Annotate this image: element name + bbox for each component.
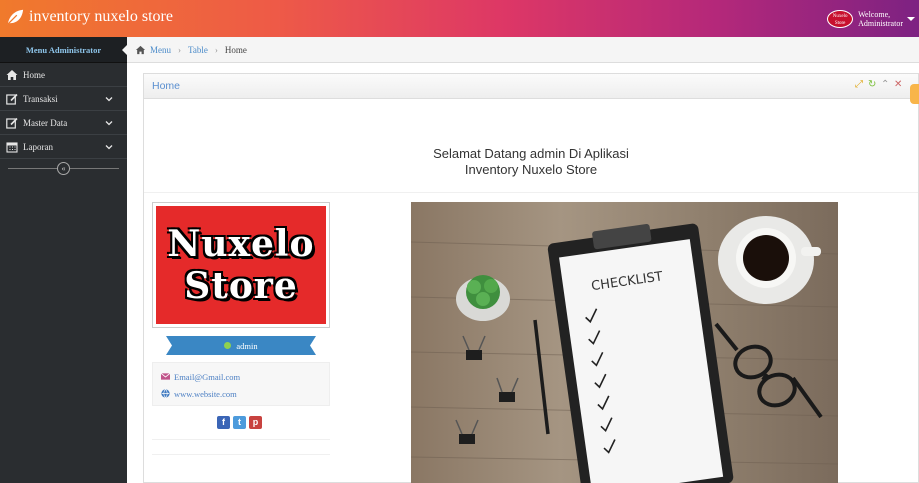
home-icon xyxy=(135,45,146,54)
sidebar: Menu Administrator Home Transaksi Master… xyxy=(0,37,127,483)
breadcrumb: Menu › Table › Home xyxy=(122,37,919,63)
logo-word-2: Store xyxy=(184,265,298,307)
envelope-icon xyxy=(161,373,170,380)
sidebar-item-laporan[interactable]: Laporan xyxy=(0,135,127,159)
breadcrumb-menu[interactable]: Menu xyxy=(150,45,171,55)
social-links: f t p xyxy=(217,416,262,429)
avatar-text-line2: Store xyxy=(834,20,846,26)
settings-tab-icon[interactable] xyxy=(910,84,919,104)
sidebar-item-label: Laporan xyxy=(23,141,53,152)
online-status-icon xyxy=(224,342,232,349)
divider xyxy=(152,454,330,455)
sidebar-item-transaksi[interactable]: Transaksi xyxy=(0,87,127,111)
sidebar-collapse-row: « xyxy=(0,159,127,177)
brand-title: inventory nuxelo store xyxy=(29,8,173,25)
collapse-sidebar-icon[interactable]: « xyxy=(57,161,70,175)
welcome-label: Welcome, xyxy=(858,9,891,19)
main-content: Home ⤢ ↻ ⌃ ✕ Selamat Datang admin Di Apl… xyxy=(127,63,919,483)
edit-icon xyxy=(6,93,18,105)
website-link[interactable]: www.website.com xyxy=(161,385,329,402)
breadcrumb-notch xyxy=(122,45,127,55)
avatar: Nuxelo Store xyxy=(827,9,854,28)
sidebar-heading: Menu Administrator xyxy=(0,37,127,63)
breadcrumb-separator: › xyxy=(214,44,218,55)
facebook-icon[interactable]: f xyxy=(217,416,230,429)
website-text: www.website.com xyxy=(174,388,237,399)
user-menu[interactable]: Nuxelo Store Welcome, Administrator xyxy=(827,0,919,37)
leaf-icon xyxy=(7,9,24,25)
sidebar-item-label: Master Data xyxy=(23,117,68,128)
sidebar-item-home[interactable]: Home xyxy=(0,63,127,87)
widget-header: Home xyxy=(144,74,918,99)
store-logo-panel: Nuxelo Store xyxy=(156,206,326,324)
sidebar-item-master-data[interactable]: Master Data xyxy=(0,111,127,135)
welcome-line-1: Selamat Datang admin Di Aplikasi xyxy=(433,146,629,161)
welcome-text: Welcome, Administrator xyxy=(858,10,903,28)
fullscreen-icon[interactable]: ⤢ xyxy=(855,80,865,90)
collapse-icon[interactable]: ⌃ xyxy=(881,80,891,90)
top-navbar: inventory nuxelo store Nuxelo Store Welc… xyxy=(0,0,919,37)
calendar-icon xyxy=(6,141,18,153)
chevron-down-icon xyxy=(105,97,113,102)
avatar-text-line1: Nuxelo xyxy=(832,13,848,19)
widget-title: Home xyxy=(152,80,181,92)
breadcrumb-home: Home xyxy=(224,44,247,55)
user-name: Administrator xyxy=(858,18,903,28)
brand[interactable]: inventory nuxelo store xyxy=(6,8,173,26)
home-widget: Home ⤢ ↻ ⌃ ✕ Selamat Datang admin Di Apl… xyxy=(143,73,919,483)
welcome-line-2: Inventory Nuxelo Store xyxy=(464,162,598,177)
twitter-icon[interactable]: t xyxy=(233,416,246,429)
sidebar-item-label: Home xyxy=(23,69,45,80)
chevron-down-icon xyxy=(105,121,113,126)
email-link[interactable]: Email@Gmail.com xyxy=(161,368,329,385)
email-text: Email@Gmail.com xyxy=(174,371,241,382)
sidebar-item-label: Transaksi xyxy=(23,93,58,104)
divider xyxy=(144,192,918,193)
chevron-down-icon xyxy=(105,145,113,150)
widget-toolbar: ⤢ ↻ ⌃ ✕ xyxy=(855,80,904,90)
welcome-message: Selamat Datang admin Di Aplikasi Invento… xyxy=(144,146,918,178)
globe-icon xyxy=(161,389,170,398)
logo-word-1: Nuxelo xyxy=(167,223,315,265)
edit-icon xyxy=(6,117,18,129)
reload-icon[interactable]: ↻ xyxy=(868,80,878,90)
caret-down-icon xyxy=(907,16,915,21)
contact-box: Email@Gmail.com www.website.com xyxy=(152,362,330,406)
checklist-photo: CHECKLIST xyxy=(411,202,838,483)
home-icon xyxy=(6,69,18,80)
pinterest-icon[interactable]: p xyxy=(249,416,262,429)
store-logo: Nuxelo Store xyxy=(152,202,330,328)
divider xyxy=(152,439,330,440)
breadcrumb-separator: › xyxy=(178,44,181,55)
user-ribbon: admin xyxy=(166,336,316,355)
profile-username: admin xyxy=(236,340,258,351)
close-icon[interactable]: ✕ xyxy=(894,80,904,90)
breadcrumb-table[interactable]: Table xyxy=(188,45,208,55)
